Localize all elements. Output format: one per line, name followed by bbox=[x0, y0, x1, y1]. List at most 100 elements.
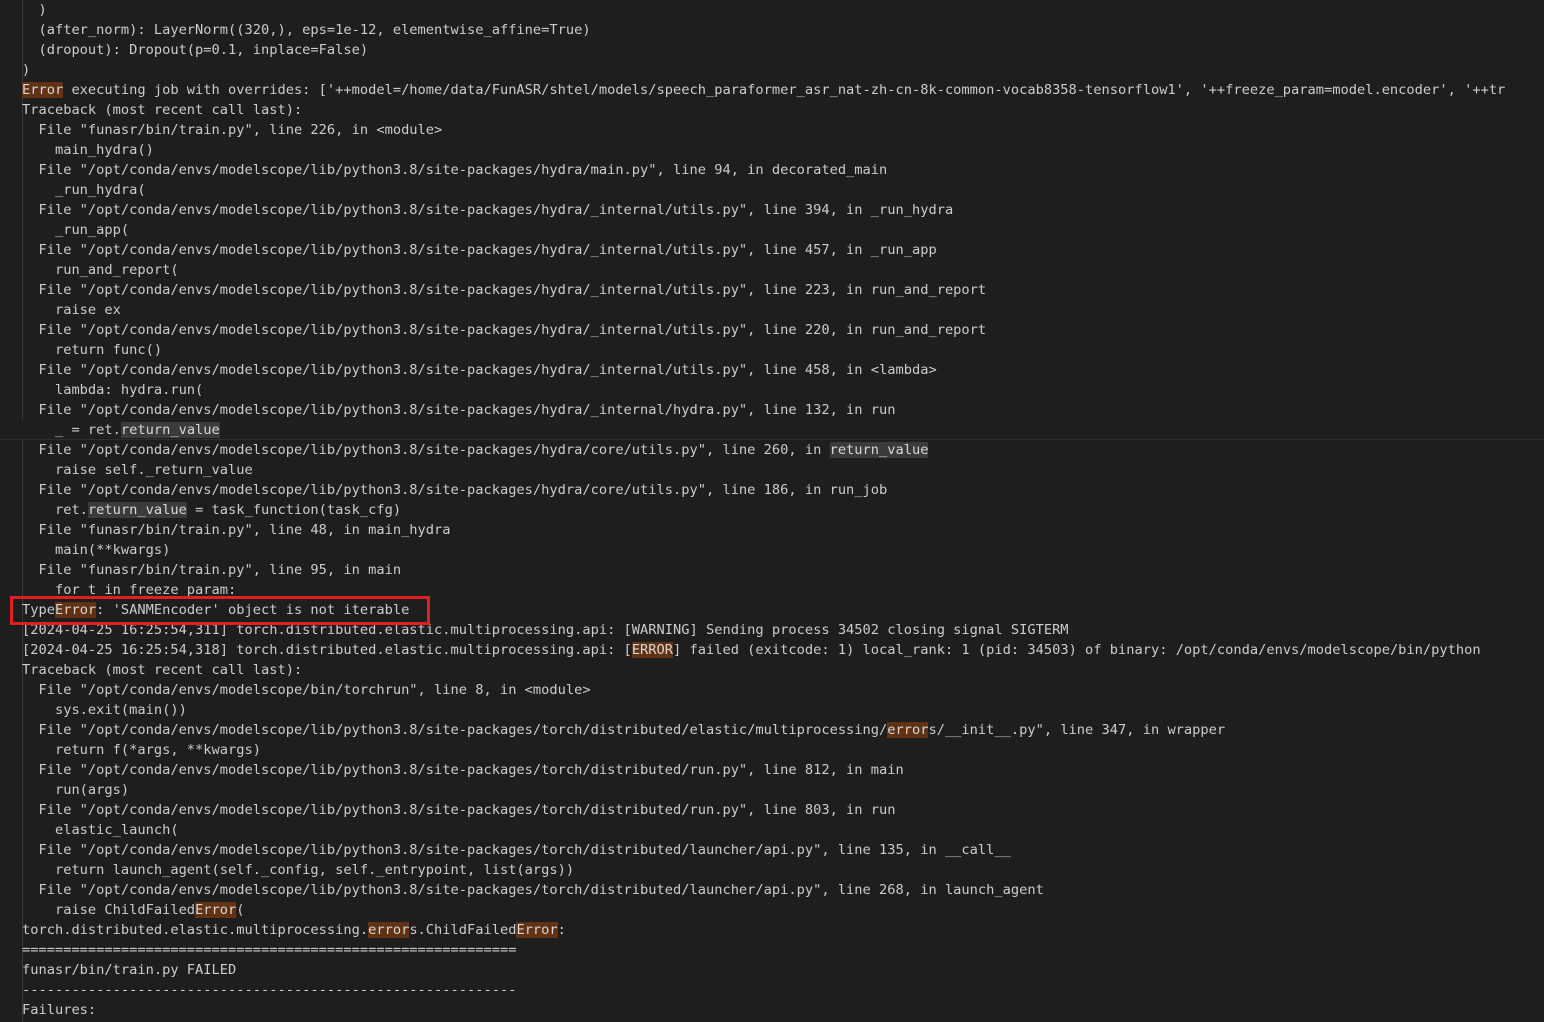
line-text: File "/opt/conda/envs/modelscope/lib/pyt… bbox=[22, 322, 987, 338]
terminal-line: funasr/bin/train.py FAILED bbox=[0, 960, 1544, 980]
line-text: raise ex bbox=[22, 302, 121, 318]
terminal-line: run(args) bbox=[0, 780, 1544, 800]
terminal-line: File "/opt/conda/envs/modelscope/bin/tor… bbox=[0, 680, 1544, 700]
line-text: [2024-04-25 16:25:54,311] torch.distribu… bbox=[22, 622, 1069, 638]
terminal-line: File "/opt/conda/envs/modelscope/lib/pyt… bbox=[0, 240, 1544, 260]
terminal-output[interactable]: ) (after_norm): LayerNorm((320,), eps=1e… bbox=[0, 0, 1544, 1022]
terminal-line: lambda: hydra.run( bbox=[0, 380, 1544, 400]
line-text: sys.exit(main()) bbox=[22, 702, 187, 718]
terminal-line: run_and_report( bbox=[0, 260, 1544, 280]
terminal-line: ========================================… bbox=[0, 940, 1544, 960]
terminal-line: _run_app( bbox=[0, 220, 1544, 240]
search-match-highlight: ERROR bbox=[631, 642, 674, 658]
line-text: File "/opt/conda/envs/modelscope/lib/pyt… bbox=[22, 202, 954, 218]
terminal-line: raise ChildFailedError( bbox=[0, 900, 1544, 920]
line-text: s.ChildFailed bbox=[409, 922, 517, 938]
line-text: ========================================… bbox=[22, 942, 517, 958]
terminal-line: File "/opt/conda/envs/modelscope/lib/pyt… bbox=[0, 840, 1544, 860]
search-match-highlight: error bbox=[887, 722, 929, 738]
terminal-line: [2024-04-25 16:25:54,318] torch.distribu… bbox=[0, 640, 1544, 660]
line-text: run_and_report( bbox=[22, 262, 179, 278]
line-text: _run_hydra( bbox=[22, 182, 146, 198]
line-text: File "/opt/conda/envs/modelscope/lib/pyt… bbox=[22, 282, 987, 298]
line-text: ) bbox=[22, 2, 47, 18]
line-text: File "/opt/conda/envs/modelscope/lib/pyt… bbox=[22, 402, 896, 418]
line-text: ----------------------------------------… bbox=[22, 982, 517, 998]
line-text: (dropout): Dropout(p=0.1, inplace=False) bbox=[22, 42, 369, 58]
line-text: [2024-04-25 16:25:54,318] torch.distribu… bbox=[22, 642, 632, 658]
terminal-line: File "/opt/conda/envs/modelscope/lib/pyt… bbox=[0, 360, 1544, 380]
search-match-highlight: Error bbox=[195, 902, 237, 918]
terminal-line: File "/opt/conda/envs/modelscope/lib/pyt… bbox=[0, 160, 1544, 180]
line-text: : 'SANMEncoder' object is not iterable bbox=[96, 602, 410, 618]
terminal-line: raise self._return_value bbox=[0, 460, 1544, 480]
line-text: File "/opt/conda/envs/modelscope/lib/pyt… bbox=[22, 722, 888, 738]
line-text: raise self._return_value bbox=[22, 462, 253, 478]
line-text: for t in freeze_param: bbox=[22, 582, 237, 598]
terminal-line: File "funasr/bin/train.py", line 226, in… bbox=[0, 120, 1544, 140]
terminal-line: File "/opt/conda/envs/modelscope/lib/pyt… bbox=[0, 480, 1544, 500]
word-occurrence-highlight: return_value bbox=[87, 502, 187, 518]
terminal-line: File "/opt/conda/envs/modelscope/lib/pyt… bbox=[0, 200, 1544, 220]
line-text: return launch_agent(self._config, self._… bbox=[22, 862, 575, 878]
terminal-line: File "/opt/conda/envs/modelscope/lib/pyt… bbox=[0, 440, 1544, 460]
terminal-line: return launch_agent(self._config, self._… bbox=[0, 860, 1544, 880]
line-text: File "/opt/conda/envs/modelscope/lib/pyt… bbox=[22, 802, 896, 818]
line-text: _ = ret. bbox=[22, 422, 121, 438]
terminal-line: File "funasr/bin/train.py", line 48, in … bbox=[0, 520, 1544, 540]
terminal-line: _run_hydra( bbox=[0, 180, 1544, 200]
search-match-highlight: Error bbox=[516, 922, 558, 938]
line-text: main_hydra() bbox=[22, 142, 154, 158]
terminal-line: ----------------------------------------… bbox=[0, 980, 1544, 1000]
terminal-line: Traceback (most recent call last): bbox=[0, 100, 1544, 120]
terminal-line: File "/opt/conda/envs/modelscope/lib/pyt… bbox=[0, 280, 1544, 300]
terminal-line: for t in freeze_param: bbox=[0, 580, 1544, 600]
line-text: ret. bbox=[22, 502, 88, 518]
word-occurrence-highlight: return_value bbox=[120, 422, 220, 438]
terminal-line: File "/opt/conda/envs/modelscope/lib/pyt… bbox=[0, 760, 1544, 780]
line-text: ] failed (exitcode: 1) local_rank: 1 (pi… bbox=[673, 642, 1481, 658]
terminal-line: (after_norm): LayerNorm((320,), eps=1e-1… bbox=[0, 20, 1544, 40]
terminal-lines: ) (after_norm): LayerNorm((320,), eps=1e… bbox=[0, 0, 1544, 1020]
terminal-line: File "/opt/conda/envs/modelscope/lib/pyt… bbox=[0, 800, 1544, 820]
line-text: File "funasr/bin/train.py", line 226, in… bbox=[22, 122, 443, 138]
line-text: File "/opt/conda/envs/modelscope/lib/pyt… bbox=[22, 242, 937, 258]
line-text: ) bbox=[22, 62, 31, 78]
terminal-line: [2024-04-25 16:25:54,311] torch.distribu… bbox=[0, 620, 1544, 640]
terminal-line: File "/opt/conda/envs/modelscope/lib/pyt… bbox=[0, 320, 1544, 340]
terminal-line: File "/opt/conda/envs/modelscope/lib/pyt… bbox=[0, 400, 1544, 420]
line-text: File "/opt/conda/envs/modelscope/lib/pyt… bbox=[22, 882, 1044, 898]
terminal-line: File "/opt/conda/envs/modelscope/lib/pyt… bbox=[0, 720, 1544, 740]
line-text: executing job with overrides: ['++model=… bbox=[63, 82, 1506, 98]
line-text: File "/opt/conda/envs/modelscope/bin/tor… bbox=[22, 682, 591, 698]
terminal-line: main(**kwargs) bbox=[0, 540, 1544, 560]
terminal-line: TypeError: 'SANMEncoder' object is not i… bbox=[0, 600, 1544, 620]
terminal-line: _ = ret.return_value bbox=[0, 420, 1544, 440]
line-text: return func() bbox=[22, 342, 163, 358]
line-text: run(args) bbox=[22, 782, 130, 798]
line-text: File "/opt/conda/envs/modelscope/lib/pyt… bbox=[22, 842, 1011, 858]
search-match-highlight: Error bbox=[22, 82, 64, 98]
terminal-line: (dropout): Dropout(p=0.1, inplace=False) bbox=[0, 40, 1544, 60]
line-text: (after_norm): LayerNorm((320,), eps=1e-1… bbox=[22, 22, 591, 38]
line-text: : bbox=[557, 922, 566, 938]
terminal-line: Traceback (most recent call last): bbox=[0, 660, 1544, 680]
line-text: main(**kwargs) bbox=[22, 542, 171, 558]
search-match-highlight: Error bbox=[54, 602, 97, 618]
terminal-line: main_hydra() bbox=[0, 140, 1544, 160]
line-text: File "/opt/conda/envs/modelscope/lib/pyt… bbox=[22, 362, 937, 378]
line-text: File "funasr/bin/train.py", line 48, in … bbox=[22, 522, 451, 538]
line-text: return f(*args, **kwargs) bbox=[22, 742, 261, 758]
line-text: File "/opt/conda/envs/modelscope/lib/pyt… bbox=[22, 442, 830, 458]
line-text: Traceback (most recent call last): bbox=[22, 662, 303, 678]
line-text: File "/opt/conda/envs/modelscope/lib/pyt… bbox=[22, 762, 904, 778]
line-text: File "funasr/bin/train.py", line 95, in … bbox=[22, 562, 402, 578]
line-text: s/__init__.py", line 347, in wrapper bbox=[928, 722, 1226, 738]
terminal-line: return func() bbox=[0, 340, 1544, 360]
line-text: ( bbox=[236, 902, 245, 918]
terminal-line: torch.distributed.elastic.multiprocessin… bbox=[0, 920, 1544, 940]
line-text: funasr/bin/train.py FAILED bbox=[22, 962, 237, 978]
terminal-line: elastic_launch( bbox=[0, 820, 1544, 840]
terminal-line: ) bbox=[0, 0, 1544, 20]
line-text: Traceback (most recent call last): bbox=[22, 102, 303, 118]
